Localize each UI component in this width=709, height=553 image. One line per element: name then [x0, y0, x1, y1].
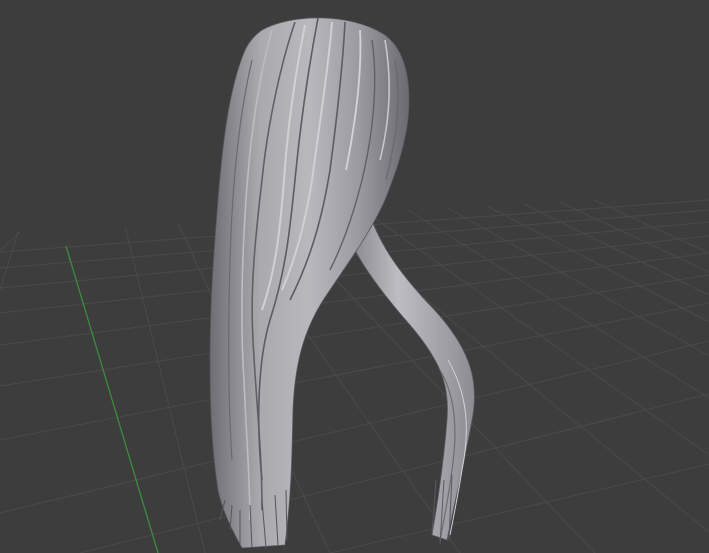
hair-mesh[interactable] [209, 17, 475, 549]
viewport-canvas[interactable] [0, 0, 709, 553]
y-axis-line [65, 245, 159, 553]
3d-viewport[interactable] [0, 0, 709, 553]
